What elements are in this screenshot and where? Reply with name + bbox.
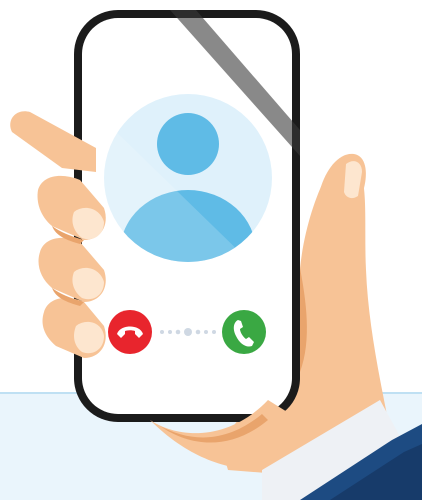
avatar-head [157,113,219,175]
swipe-handle-dot [184,328,192,336]
decline-button-circle[interactable] [108,310,152,354]
swipe-dot [195,329,201,335]
swipe-dot [160,330,164,334]
accept-button-circle[interactable] [222,310,266,354]
swipe-dot [212,330,216,334]
swipe-dot [175,329,181,335]
decline-call-button[interactable] [108,310,152,354]
accept-call-button[interactable] [222,310,266,354]
illustration-canvas [0,0,422,500]
swipe-dot [168,330,172,334]
incoming-call-illustration [0,0,422,500]
phone [74,10,300,422]
swipe-dot [204,330,208,334]
